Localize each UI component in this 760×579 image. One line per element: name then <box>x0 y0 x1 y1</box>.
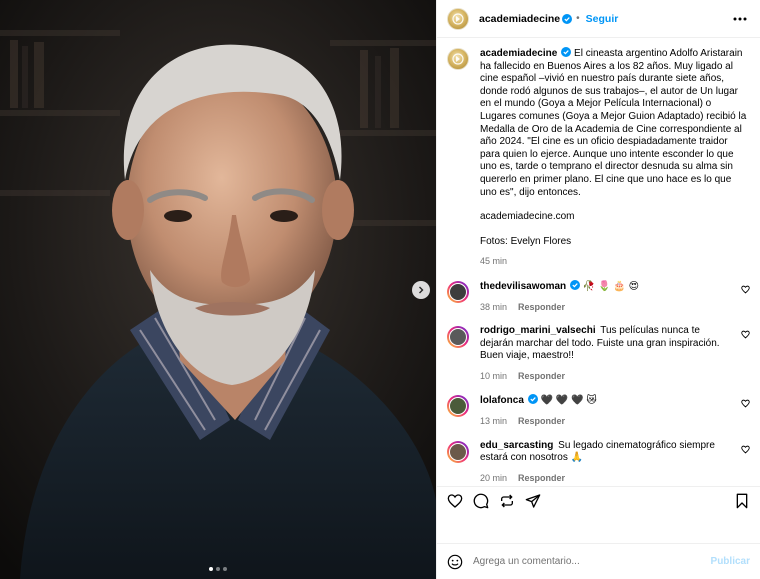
emoji-icon[interactable] <box>447 554 463 570</box>
like-comment-button[interactable] <box>738 394 750 408</box>
comment-username[interactable]: rodrigo_marini_valsechi <box>480 325 596 336</box>
avatar-image <box>449 442 467 461</box>
comment-body: rodrigo_marini_valsechi Tus películas nu… <box>480 325 732 382</box>
author-username[interactable]: academiadecine <box>479 13 560 25</box>
comment-time: 20 min <box>480 472 508 483</box>
caption-body: academiadecine El cineasta argentino Ado… <box>480 47 750 268</box>
carousel-dot <box>223 567 227 571</box>
comment-icon[interactable] <box>473 493 489 509</box>
carousel-dot <box>209 567 213 571</box>
avatar-image <box>449 328 467 347</box>
comment-text: 🖤 🖤 🖤 😿 <box>540 395 597 407</box>
verified-badge-icon <box>562 13 573 24</box>
reply-button[interactable]: Responder <box>518 415 565 428</box>
post-modal: academiadecine • Seguir academiadecine E… <box>0 0 760 579</box>
post-caption: academiadecine El cineasta argentino Ado… <box>447 47 750 268</box>
comment-username[interactable]: edu_sarcasting <box>480 440 553 451</box>
action-bar <box>437 486 760 514</box>
verified-badge-icon <box>570 279 581 290</box>
heart-icon[interactable] <box>447 493 463 509</box>
caption-username[interactable]: academiadecine <box>480 48 557 59</box>
commenter-avatar[interactable] <box>447 440 469 463</box>
author-avatar[interactable] <box>447 48 469 70</box>
comment-username[interactable]: thedevilisawoman <box>480 281 566 292</box>
heart-icon <box>741 330 750 339</box>
bookmark-icon[interactable] <box>734 493 750 509</box>
comment-composer: Publicar <box>437 544 760 579</box>
comment-item: rodrigo_marini_valsechi Tus películas nu… <box>447 325 750 382</box>
heart-icon <box>741 400 750 408</box>
caption-text: El cineasta argentino Adolfo Aristarain … <box>480 48 747 198</box>
academy-logo-icon <box>452 53 464 65</box>
reply-button[interactable]: Responder <box>518 301 565 314</box>
comment-item: edu_sarcasting Su legado cinematográfico… <box>447 440 750 485</box>
comment-body: thedevilisawoman 🥀 🌷 🎂 😍 38 min Responde… <box>480 279 732 314</box>
more-options-button[interactable] <box>732 11 748 27</box>
author-avatar[interactable] <box>447 7 469 30</box>
publish-button[interactable]: Publicar <box>711 556 750 567</box>
carousel-indicator <box>0 567 436 571</box>
like-comment-button[interactable] <box>738 440 750 454</box>
commenter-avatar[interactable] <box>447 326 469 349</box>
avatar-image <box>449 282 467 301</box>
post-media[interactable] <box>0 0 436 579</box>
comment-item: thedevilisawoman 🥀 🌷 🎂 😍 38 min Responde… <box>447 279 750 314</box>
chevron-right-icon <box>419 286 424 294</box>
avatar-image <box>449 397 467 416</box>
commenter-avatar[interactable] <box>447 395 469 418</box>
heart-icon <box>741 445 750 454</box>
post-side-panel: academiadecine • Seguir academiadecine E… <box>436 0 760 579</box>
comment-body: lolafonca 🖤 🖤 🖤 😿 13 min Responder <box>480 394 732 427</box>
follow-button[interactable]: Seguir <box>586 13 619 25</box>
next-image-button[interactable] <box>412 281 430 299</box>
send-icon[interactable] <box>525 493 541 509</box>
comment-time: 13 min <box>480 416 508 427</box>
caption-time: 45 min <box>480 256 508 267</box>
separator-dot: • <box>576 13 580 24</box>
verified-badge-icon <box>561 47 572 57</box>
comment-time: 10 min <box>480 370 508 381</box>
more-options-icon <box>733 17 747 20</box>
comment-time: 38 min <box>480 301 508 312</box>
commenter-avatar[interactable] <box>447 280 469 303</box>
repost-icon[interactable] <box>499 493 515 509</box>
portrait-photo <box>0 0 436 579</box>
reply-button[interactable]: Responder <box>518 472 565 485</box>
comment-text: 🥀 🌷 🎂 😍 <box>582 280 640 292</box>
reply-button[interactable]: Responder <box>518 370 565 383</box>
post-header: academiadecine • Seguir <box>437 0 760 38</box>
verified-badge-icon <box>527 394 538 405</box>
carousel-dot <box>216 567 220 571</box>
caption-link: academiadecine.com <box>480 211 575 223</box>
comment-item: lolafonca 🖤 🖤 🖤 😿 13 min Responder <box>447 394 750 427</box>
like-comment-button[interactable] <box>738 325 750 339</box>
caption-credit: Fotos: Evelyn Flores <box>480 235 572 247</box>
comment-username[interactable]: lolafonca <box>480 395 524 406</box>
academy-logo-icon <box>452 12 464 25</box>
like-comment-button[interactable] <box>738 280 750 294</box>
comment-body: edu_sarcasting Su legado cinematográfico… <box>480 440 732 485</box>
likes-area <box>437 514 760 544</box>
comment-input[interactable] <box>473 556 711 567</box>
comments-list[interactable]: academiadecine El cineasta argentino Ado… <box>437 38 760 486</box>
heart-icon <box>741 285 750 294</box>
